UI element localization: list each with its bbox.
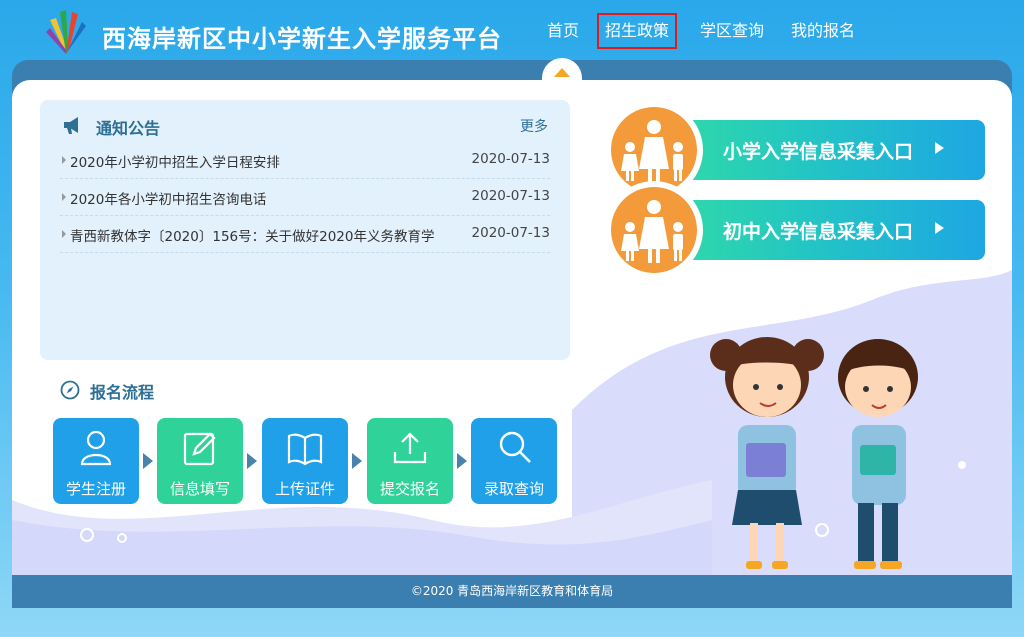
nav-home[interactable]: 首页 (538, 13, 588, 49)
notice-more-link[interactable]: 更多 (520, 116, 548, 136)
footer: ©2020 青岛西海岸新区教育和体育局 (12, 575, 1012, 608)
bullet-triangle-icon (62, 193, 66, 201)
notice-item-title: 青西新教体字〔2020〕156号：关于做好2020年义务教育学 (70, 229, 435, 245)
entry-label: 初中入学信息采集入口 (723, 221, 914, 243)
site-title: 西海岸新区中小学新生入学服务平台 (102, 25, 502, 53)
bullet-triangle-icon (62, 156, 66, 164)
family-icon (621, 200, 683, 263)
step-label: 上传证件 (274, 480, 335, 498)
step-label: 录取查询 (483, 480, 544, 498)
middle-school-entry-button[interactable]: 初中入学信息采集入口 (605, 181, 985, 279)
compass-icon (60, 380, 80, 400)
step-label: 提交报名 (379, 480, 440, 498)
children-illustration (710, 337, 918, 569)
step-student-register[interactable]: 学生注册 (53, 418, 139, 504)
notice-item-date: 2020-07-13 (471, 225, 550, 241)
notice-item[interactable]: 青西新教体字〔2020〕156号：关于做好2020年义务教育学 2020-07-… (60, 216, 550, 253)
nav-my-registration[interactable]: 我的报名 (786, 13, 860, 49)
entry-label: 小学入学信息采集入口 (723, 141, 914, 163)
step-arrow-icon (247, 453, 257, 469)
notice-item-title: 2020年小学初中招生入学日程安排 (70, 155, 280, 171)
entry-badge (605, 181, 703, 279)
notice-title: 通知公告 (96, 119, 161, 138)
step-info-fill[interactable]: 信息填写 (157, 418, 243, 504)
step-label: 学生注册 (65, 480, 126, 498)
megaphone-icon (64, 117, 78, 134)
step-admission-query[interactable]: 录取查询 (471, 418, 557, 504)
bullet-triangle-icon (62, 230, 66, 238)
platform-logo-icon[interactable] (42, 6, 90, 56)
step-submit-registration[interactable]: 提交报名 (367, 418, 453, 504)
notice-panel: 通知公告 更多 2020年小学初中招生入学日程安排 2020-07-13 202… (40, 100, 570, 360)
notice-item-date: 2020-07-13 (471, 151, 550, 167)
step-upload-documents[interactable]: 上传证件 (262, 418, 348, 504)
edit-icon (183, 432, 216, 466)
play-arrow-icon (935, 142, 944, 154)
notice-list: 2020年小学初中招生入学日程安排 2020-07-13 2020年各小学初中招… (60, 142, 550, 253)
step-arrow-icon (143, 453, 153, 469)
nav-school-district-query[interactable]: 学区查询 (693, 13, 771, 49)
step-label: 信息填写 (169, 480, 230, 498)
notice-item-date: 2020-07-13 (471, 188, 550, 204)
notice-item[interactable]: 2020年小学初中招生入学日程安排 2020-07-13 (60, 142, 550, 179)
step-arrow-icon (352, 453, 362, 469)
upload-icon (393, 432, 427, 464)
notice-item-title: 2020年各小学初中招生咨询电话 (70, 192, 267, 208)
header: 西海岸新区中小学新生入学服务平台 首页 招生政策 学区查询 我的报名 (0, 0, 1024, 66)
primary-school-entry-button[interactable]: 小学入学信息采集入口 (605, 101, 985, 199)
book-icon (287, 433, 323, 466)
search-icon (499, 431, 531, 463)
notice-item[interactable]: 2020年各小学初中招生咨询电话 2020-07-13 (60, 179, 550, 216)
process-title: 报名流程 (90, 383, 155, 402)
user-icon (80, 430, 112, 466)
play-arrow-icon (935, 222, 944, 234)
nav-admission-policy[interactable]: 招生政策 (597, 13, 677, 49)
notch-up-arrow-icon (554, 68, 570, 77)
step-arrow-icon (457, 453, 467, 469)
